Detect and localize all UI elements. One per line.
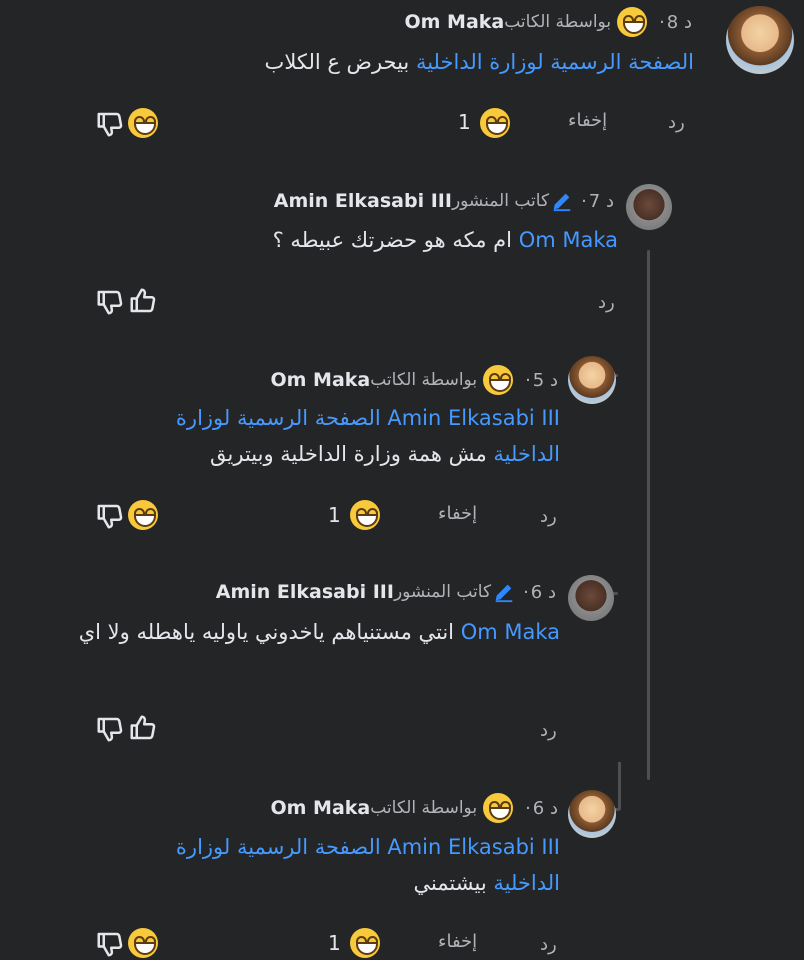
commenter-name[interactable]: Om Maka bbox=[270, 369, 370, 391]
comment-header: 8 د · بواسطة الكاتب Om Maka bbox=[404, 7, 692, 37]
grin-reaction-icon[interactable] bbox=[350, 928, 380, 958]
reaction-count[interactable]: 1 bbox=[458, 110, 471, 134]
comment-header: 7 د · كاتب المنشور Amin Elkasabi III bbox=[274, 186, 614, 216]
avatar[interactable] bbox=[568, 356, 616, 404]
comment-header: 6 د · بواسطة الكاتب Om Maka bbox=[270, 793, 558, 823]
timestamp[interactable]: 7 د bbox=[589, 191, 614, 212]
thumbs-down-icon[interactable] bbox=[95, 287, 125, 317]
separator: · bbox=[659, 11, 665, 33]
author-badge: بواسطة الكاتب bbox=[504, 12, 612, 32]
mention-link[interactable]: الصفحة الرسمية لوزارة الداخلية bbox=[416, 50, 694, 74]
avatar[interactable] bbox=[568, 790, 616, 838]
comment-text: Amin Elkasabi III الصفحة الرسمية لوزارة … bbox=[110, 829, 560, 901]
branch-line bbox=[618, 762, 621, 810]
mention-link[interactable]: Amin Elkasabi III الصفحة الرسمية لوزارة … bbox=[176, 835, 560, 895]
hide-button[interactable]: إخفاء bbox=[438, 931, 477, 952]
grin-reaction-icon[interactable] bbox=[128, 928, 158, 958]
grin-emoji-icon bbox=[483, 365, 514, 395]
comment-text: Amin Elkasabi III الصفحة الرسمية لوزارة … bbox=[110, 400, 560, 472]
separator: · bbox=[523, 581, 529, 603]
comment-text: Om Maka انتي مستنياهم ياخدوني ياوليه ياه… bbox=[40, 614, 560, 650]
thumbs-up-icon[interactable] bbox=[128, 286, 158, 316]
thumbs-down-icon[interactable] bbox=[95, 109, 125, 139]
thumbs-down-icon[interactable] bbox=[95, 929, 125, 959]
separator: · bbox=[525, 797, 531, 819]
timestamp[interactable]: 5 د bbox=[533, 370, 558, 391]
thumbs-down-icon[interactable] bbox=[95, 501, 125, 531]
timestamp[interactable]: 8 د bbox=[667, 12, 692, 33]
reply-button[interactable]: رد bbox=[668, 112, 685, 133]
grin-reaction-icon[interactable] bbox=[128, 108, 158, 138]
hide-button[interactable]: إخفاء bbox=[568, 110, 607, 131]
grin-emoji-icon bbox=[617, 7, 648, 37]
commenter-name[interactable]: Amin Elkasabi III bbox=[274, 190, 452, 212]
grin-reaction-icon[interactable] bbox=[350, 500, 380, 530]
avatar[interactable] bbox=[626, 184, 672, 230]
comment-text: الصفحة الرسمية لوزارة الداخلية بيحرض ع ا… bbox=[134, 44, 694, 80]
grin-reaction-icon[interactable] bbox=[480, 108, 510, 138]
author-badge: كاتب المنشور bbox=[451, 191, 550, 211]
avatar[interactable] bbox=[568, 575, 614, 621]
hide-button[interactable]: إخفاء bbox=[438, 503, 477, 524]
reply-button[interactable]: رد bbox=[540, 506, 557, 527]
pencil-icon bbox=[551, 190, 573, 212]
commenter-name[interactable]: Om Maka bbox=[270, 797, 370, 819]
avatar[interactable] bbox=[726, 6, 794, 74]
thumbs-up-icon[interactable] bbox=[128, 713, 158, 743]
grin-reaction-icon[interactable] bbox=[128, 500, 158, 530]
thumbs-down-icon[interactable] bbox=[95, 714, 125, 744]
mention-link[interactable]: Om Maka bbox=[519, 228, 618, 252]
commenter-name[interactable]: Amin Elkasabi III bbox=[216, 581, 394, 603]
grin-emoji-icon bbox=[483, 793, 514, 823]
comment-text: Om Maka ام مكه هو حضرتك عبيطه ؟ bbox=[198, 222, 618, 258]
comment-body: ام مكه هو حضرتك عبيطه ؟ bbox=[272, 228, 519, 252]
comment-body: انتي مستنياهم ياخدوني ياوليه ياهطله ولا … bbox=[78, 620, 461, 644]
pencil-icon bbox=[493, 581, 515, 603]
reply-button[interactable]: رد bbox=[540, 934, 557, 955]
reply-button[interactable]: رد bbox=[598, 292, 615, 313]
reply-button[interactable]: رد bbox=[540, 720, 557, 741]
author-badge: بواسطة الكاتب bbox=[370, 370, 478, 390]
separator: · bbox=[581, 190, 587, 212]
timestamp[interactable]: 6 د bbox=[533, 798, 558, 819]
mention-link[interactable]: Om Maka bbox=[461, 620, 560, 644]
comment-header: 6 د · كاتب المنشور Amin Elkasabi III bbox=[216, 577, 556, 607]
author-badge: كاتب المنشور bbox=[393, 582, 492, 602]
commenter-name[interactable]: Om Maka bbox=[404, 11, 504, 33]
comment-header: 5 د · بواسطة الكاتب Om Maka bbox=[270, 365, 558, 395]
comment-body: بيحرض ع الكلاب bbox=[264, 50, 416, 74]
timestamp[interactable]: 6 د bbox=[531, 582, 556, 603]
comment-body: بيشتمني bbox=[413, 871, 494, 895]
reaction-count[interactable]: 1 bbox=[328, 503, 341, 527]
author-badge: بواسطة الكاتب bbox=[370, 798, 478, 818]
thread-line bbox=[647, 250, 650, 780]
comment-body: مش همة وزارة الداخلية وبيتريق bbox=[210, 442, 494, 466]
reaction-count[interactable]: 1 bbox=[328, 931, 341, 955]
separator: · bbox=[525, 369, 531, 391]
